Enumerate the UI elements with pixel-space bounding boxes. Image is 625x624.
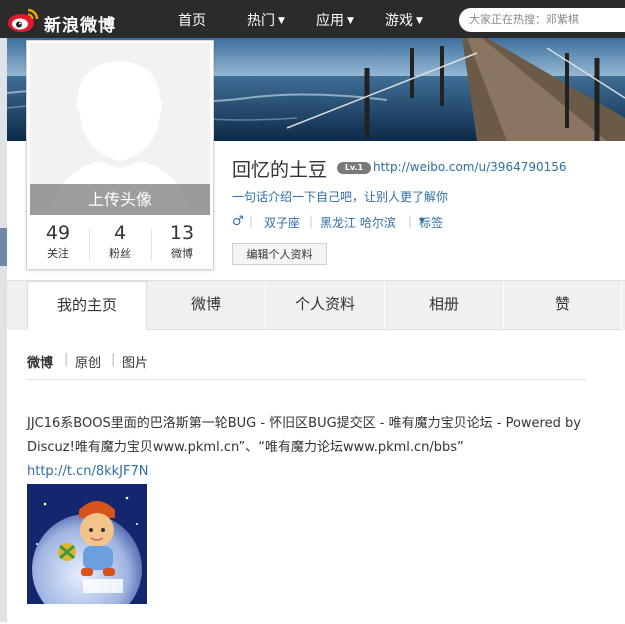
tab-my-home[interactable]: 我的主页 [27,281,147,331]
filter-original[interactable]: 原创 [75,352,101,371]
side-tab[interactable] [0,228,7,266]
stat-followers-count: 4 [113,222,127,244]
stat-following-label: 关注 [47,247,69,260]
post-image[interactable] [27,484,147,604]
upload-avatar-button[interactable]: 上传头像 [30,184,210,215]
top-nav-bar: 新浪微博 首页 热门 ▼ 应用 ▼ 游戏 ▼ 大家正在热搜：邓紫棋 [0,0,625,39]
nav-home[interactable]: 首页 [178,10,206,30]
post-image-picture [27,484,147,604]
stat-following-count: 49 [45,222,71,244]
stat-following[interactable]: 49 关注 [27,221,89,267]
filter-pictures[interactable]: 图片 [122,352,148,371]
tab-label: 微博 [190,295,221,313]
stats-bar: 49 关注 4 粉丝 13 微博 [27,221,213,267]
profile-url-link[interactable]: http://weibo.com/u/3964790156 [373,160,567,174]
nav-apps[interactable]: 应用 ▼ [316,10,354,30]
caret-down-icon: ▼ [416,16,423,26]
edit-profile-label: 编辑个人资料 [246,248,313,261]
filter-separator: | [64,352,69,367]
intro-link[interactable]: 一句话介绍一下自己吧，让别人更了解你 [232,188,448,205]
profile-tabs: 我的主页 微博 个人资料 相册 赞 [7,280,625,331]
logo-text: 新浪微博 [44,16,116,36]
tags-dropdown[interactable]: 标签 ▼ [419,214,443,230]
nav-games[interactable]: 游戏 ▼ [385,10,423,30]
upload-avatar-label: 上传头像 [87,190,152,209]
post-short-link[interactable]: http://t.cn/8kkJF7N [27,464,148,479]
stat-followers-label: 粉丝 [109,247,131,260]
post-text: JJC16系BOOS里面的巴洛斯第一轮BUG - 怀旧区BUG提交区 - 唯有魔… [27,412,587,484]
tab-weibo[interactable]: 微博 [147,281,266,330]
meta-separator: | [408,214,413,228]
stat-posts-count: 13 [169,222,195,244]
post-footer-cutoff [27,614,587,624]
filter-weibo[interactable]: 微博 [27,352,53,371]
male-icon: ♂ [232,214,244,229]
level-badge[interactable]: Lv.1 [337,162,371,174]
username: 回忆的土豆 [232,159,328,181]
tab-profile[interactable]: 个人资料 [266,281,385,330]
caret-down-icon: ▼ [347,16,354,26]
nav-games-label: 游戏 [385,13,413,29]
zodiac-link[interactable]: 双子座 [264,214,300,231]
edit-profile-button[interactable]: 编辑个人资料 [232,243,327,265]
nav-apps-label: 应用 [316,13,344,29]
weibo-eye-logo-icon [8,8,39,32]
caret-down-icon: ▼ [278,16,285,26]
stat-posts-label: 微博 [171,247,193,260]
tab-album[interactable]: 相册 [385,281,504,330]
feed-divider [27,379,587,380]
tab-label: 个人资料 [294,295,355,313]
tab-label: 我的主页 [56,296,117,314]
nav-hot-label: 热门 [247,13,275,29]
filter-separator: | [111,352,116,367]
stat-followers[interactable]: 4 粉丝 [89,221,151,267]
tab-label: 赞 [554,295,570,313]
tab-likes[interactable]: 赞 [504,281,622,330]
weibo-logo[interactable]: 新浪微博 [6,6,116,36]
meta-separator: | [249,214,254,228]
post-body: JJC16系BOOS里面的巴洛斯第一轮BUG - 怀旧区BUG提交区 - 唯有魔… [27,416,581,455]
nav-home-label: 首页 [178,13,206,29]
tab-label: 相册 [428,295,459,313]
left-page-edge [0,38,7,622]
search-input[interactable]: 大家正在热搜：邓紫棋 [459,8,625,32]
tags-label: 标签 [419,216,444,230]
search-placeholder: 大家正在热搜：邓紫棋 [469,13,579,26]
nav-hot[interactable]: 热门 ▼ [247,10,285,30]
avatar-card: 上传头像 49 关注 4 粉丝 13 微博 [26,40,214,270]
location-link[interactable]: 黑龙江 哈尔滨 [320,214,396,231]
stat-posts[interactable]: 13 微博 [151,221,213,267]
meta-separator: | [309,214,314,228]
